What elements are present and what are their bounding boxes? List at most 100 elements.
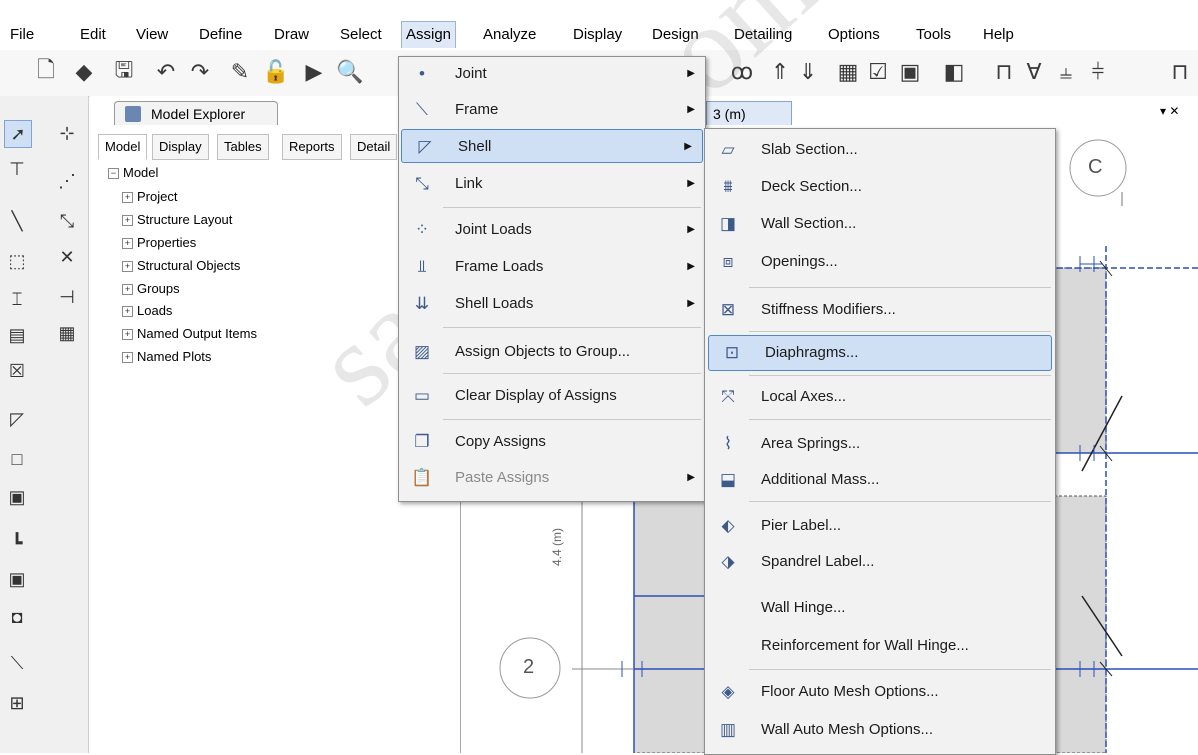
box3d-icon[interactable]: ◧ — [940, 58, 968, 86]
tree-node-properties[interactable]: + Properties — [122, 234, 196, 252]
menu-edit[interactable]: Edit — [80, 22, 106, 48]
tab-display[interactable]: Display — [152, 134, 209, 160]
tab-model[interactable]: Model — [98, 134, 148, 160]
shell-menu-floor-auto-mesh[interactable]: ◈ Floor Auto Mesh Options... — [705, 675, 1055, 709]
assign-menu-joint[interactable]: • Joint ▶ — [399, 57, 705, 91]
expand-icon[interactable]: + — [122, 215, 133, 227]
wall-draw2-icon[interactable]: ⫩ — [1084, 58, 1112, 86]
expand-icon[interactable]: + — [122, 352, 133, 364]
expand-icon[interactable]: + — [122, 329, 133, 341]
draw-column-icon[interactable]: ▤ — [4, 322, 30, 348]
draw-point-icon[interactable]: ◘ — [4, 604, 30, 630]
draw-rect-icon[interactable]: ⬚ — [4, 248, 30, 274]
expand-icon[interactable]: + — [122, 238, 133, 250]
draw-grid-icon[interactable]: ⊞ — [4, 690, 30, 716]
snap-grid-icon[interactable]: ▦ — [54, 320, 80, 346]
assign-menu-paste-assigns[interactable]: 📋 Paste Assigns ▶ — [399, 461, 705, 495]
lock-icon[interactable]: 🔓 — [262, 58, 290, 86]
redo-icon[interactable]: ↷ — [186, 58, 214, 86]
tree-node-loads[interactable]: + Loads — [122, 302, 172, 320]
shell-menu-reinforcement-wall-hinge[interactable]: Reinforcement for Wall Hinge... — [705, 629, 1055, 663]
snap-intersect-icon[interactable]: ✕ — [54, 244, 80, 270]
assign-menu-shell-loads[interactable]: ⇊ Shell Loads ▶ — [399, 287, 705, 321]
menu-define[interactable]: Define — [199, 22, 242, 48]
menu-options[interactable]: Options — [828, 22, 880, 48]
expand-icon[interactable]: + — [122, 261, 133, 273]
tree-node-project[interactable]: + Project — [122, 188, 177, 206]
shell-menu-openings[interactable]: ⧈ Openings... — [705, 245, 1055, 279]
menu-file[interactable]: File — [10, 22, 34, 48]
assign-menu-copy-assigns[interactable]: ❐ Copy Assigns — [399, 425, 705, 459]
assign-menu-frame-loads[interactable]: ⫫ Frame Loads ▶ — [399, 250, 705, 284]
shell-menu-local-axes[interactable]: ⤧ Local Axes... — [705, 380, 1055, 414]
tree-node-structure-layout[interactable]: + Structure Layout — [122, 211, 232, 229]
snap-line-icon[interactable]: ⋰ — [54, 168, 80, 194]
section-icon[interactable]: ▣ — [896, 58, 924, 86]
new-file-icon[interactable]: 🗋 — [32, 57, 60, 86]
tree-node-structural-objects[interactable]: + Structural Objects — [122, 257, 240, 275]
draw-slab-icon[interactable]: ◸ — [4, 406, 30, 432]
menu-design[interactable]: Design — [652, 22, 699, 48]
more-tools-icon[interactable]: ⊓ — [1166, 58, 1194, 86]
assign-menu-joint-loads[interactable]: ⁘ Joint Loads ▶ — [399, 213, 705, 247]
shell-menu-stiffness-modifiers[interactable]: ⊠ Stiffness Modifiers... — [705, 293, 1055, 327]
menu-assign[interactable]: Assign — [401, 21, 457, 48]
shell-menu-wall-section[interactable]: ◨ Wall Section... — [705, 207, 1055, 241]
menu-display[interactable]: Display — [573, 22, 622, 48]
draw-pier-icon[interactable]: ▣ — [4, 566, 30, 592]
plan-view-tab[interactable]: 3 (m) — [706, 101, 792, 125]
menu-analyze[interactable]: Analyze — [483, 22, 536, 48]
shell-menu-diaphragms[interactable]: ⊡ Diaphragms... — [708, 335, 1052, 371]
portal-icon[interactable]: ⊓ — [990, 58, 1018, 86]
assign-menu-clear-display[interactable]: ▭ Clear Display of Assigns — [399, 379, 705, 413]
zoom-icon[interactable]: 🔍 — [336, 58, 364, 86]
menu-help[interactable]: Help — [983, 22, 1014, 48]
shell-menu-slab-section[interactable]: ▱ Slab Section... — [705, 133, 1055, 167]
glasses-icon[interactable]: ꝏ — [728, 58, 756, 86]
reshape-icon[interactable]: ⊤ — [4, 156, 30, 182]
tab-tables[interactable]: Tables — [217, 134, 269, 160]
draw-opening-icon[interactable]: ▣ — [4, 484, 30, 510]
shell-menu-wall-hinge[interactable]: Wall Hinge... — [705, 591, 1055, 625]
draw-wall-icon[interactable]: ┗ — [4, 530, 30, 556]
tab-dropdown-icon[interactable]: ▾ ✕ — [1160, 104, 1179, 118]
move-up-icon[interactable]: ⇑ — [766, 58, 794, 86]
brace-icon[interactable]: ∀ — [1020, 58, 1048, 86]
shell-menu-spandrel-label[interactable]: ⬗ Spandrel Label... — [705, 545, 1055, 579]
save-icon[interactable]: 🖫 — [110, 57, 138, 86]
shell-menu-pier-label[interactable]: ⬖ Pier Label... — [705, 509, 1055, 543]
expand-icon[interactable]: + — [122, 306, 133, 318]
pointer-icon[interactable]: ➚ — [4, 120, 32, 148]
move-down-icon[interactable]: ⇓ — [794, 58, 822, 86]
grid-view-icon[interactable]: ▦ — [834, 58, 862, 86]
tree-node-groups[interactable]: + Groups — [122, 280, 180, 298]
assign-menu-objects-to-group[interactable]: ▨ Assign Objects to Group... — [399, 335, 705, 369]
open-icon[interactable]: ◆ — [70, 58, 98, 86]
tree-node-named-plots[interactable]: + Named Plots — [122, 348, 211, 366]
draw-brace-icon[interactable]: ☒ — [4, 358, 30, 384]
assign-menu-shell[interactable]: ◸ Shell ▶ — [401, 129, 703, 163]
menu-detailing[interactable]: Detailing — [734, 22, 792, 48]
menu-view[interactable]: View — [136, 22, 168, 48]
joint-snap-icon[interactable]: ⊹ — [54, 120, 80, 146]
shell-menu-wall-auto-mesh[interactable]: ▥ Wall Auto Mesh Options... — [705, 713, 1055, 747]
undo-icon[interactable]: ↶ — [152, 58, 180, 86]
assign-menu-link[interactable]: ⤡ Link ▶ — [399, 167, 705, 201]
shell-menu-area-springs[interactable]: ⌇ Area Springs... — [705, 427, 1055, 461]
run-icon[interactable]: ▶ — [300, 58, 328, 86]
draw-line-icon[interactable]: ╲ — [4, 208, 30, 234]
expand-icon[interactable]: + — [122, 192, 133, 204]
assign-menu-frame[interactable]: ⟍ Frame ▶ — [399, 93, 705, 127]
expand-icon[interactable]: + — [122, 284, 133, 296]
shell-menu-additional-mass[interactable]: ⬓ Additional Mass... — [705, 463, 1055, 497]
menu-draw[interactable]: Draw — [274, 22, 309, 48]
wall-draw-icon[interactable]: ⫨ — [1052, 58, 1080, 86]
tree-node-model[interactable]: − Model — [108, 164, 158, 182]
tab-detail[interactable]: Detail — [350, 134, 398, 160]
snap-mid-icon[interactable]: ⊣ — [54, 284, 80, 310]
draw-beam-icon[interactable]: ⌶ — [4, 286, 30, 312]
collapse-icon[interactable]: − — [108, 168, 119, 180]
tab-reports[interactable]: Reports — [282, 134, 342, 160]
menu-select[interactable]: Select — [340, 22, 382, 48]
snap-perp-icon[interactable]: ⤡ — [54, 208, 80, 234]
